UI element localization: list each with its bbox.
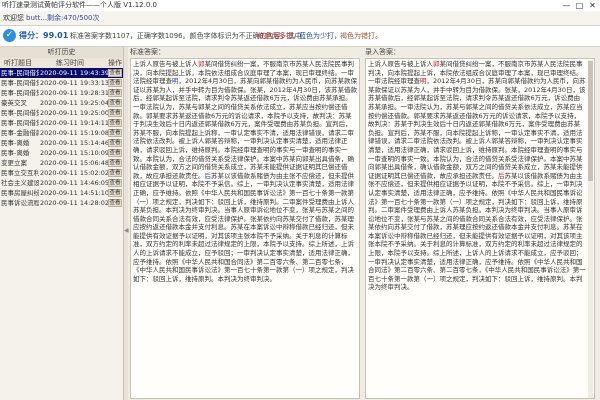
view-button[interactable]: 查看 xyxy=(108,109,122,117)
history-row-time: 2020-09-11 19:33:13 xyxy=(40,79,110,87)
history-row-name: 民事-民间借贷 xyxy=(1,89,39,97)
history-row-name: 民事立交互利 xyxy=(1,169,39,177)
std-text-a: 上诉人原告与被上诉人 xyxy=(133,60,198,68)
history-row-name: 民事诉讼流程 xyxy=(1,199,39,207)
input-answer-text: 上诉人原告与被上诉人郭某间借贷纠纷一案，不服南京市苏某人民法院民事判决，向本院提… xyxy=(365,58,595,399)
history-row-time: 2020-09-11 14:46:05 xyxy=(40,179,110,187)
history-row-name: 豪英交叉 xyxy=(1,99,27,107)
close-button[interactable]: ✕ xyxy=(586,0,599,11)
history-row[interactable]: 民事-民间借贷 2020-09-11 19:33:13 查看 xyxy=(0,78,123,88)
history-row[interactable]: 民事房屋纠纷 2020-09-11 14:51:10 查看 xyxy=(0,188,123,198)
history-row[interactable]: 民事-民间借贷 2020-09-11 19:43:39 查看 xyxy=(0,68,123,78)
welcome-label: 欢迎您 xyxy=(3,14,24,22)
view-button[interactable]: 查看 xyxy=(108,179,122,187)
history-row-time: 2020-09-11 15:10:09 xyxy=(40,149,110,157)
history-row-name: 民事-离婚 xyxy=(1,139,30,147)
ans-text-a: 上诉人原告与被上诉人 xyxy=(368,60,433,68)
history-row-time: 2020-09-11 19:43:39 xyxy=(40,69,110,77)
history-row[interactable]: 豪英交叉 2020-09-11 19:25:04 查看 xyxy=(0,98,123,108)
col-time-header: 练习时间 xyxy=(56,59,84,67)
score-bar: ✓ 得分：99.01 标准答案字数1107，正确字数1096。颜色字体标识为不正… xyxy=(0,26,600,47)
history-row[interactable]: 民事诉讼流程 2020-09-11 14:28:02 查看 xyxy=(0,198,123,208)
history-row-name: 民事-民间借贷 xyxy=(1,109,39,117)
history-header: 听打历史 xyxy=(0,47,123,58)
view-button[interactable]: 查看 xyxy=(108,119,122,127)
legend-red: 红色为多打， xyxy=(258,32,300,40)
history-row-time: 2020-09-11 19:25:04 xyxy=(40,99,110,107)
input-answer-label: 录入答案： xyxy=(365,48,400,56)
history-row-time: 2020-09-11 19:28:31 xyxy=(40,89,110,97)
history-row[interactable]: 民事-离婚 2020-09-11 15:10:09 查看 xyxy=(0,148,123,158)
history-row[interactable]: 民事-金融借款 2020-09-11 15:19:08 查看 xyxy=(0,128,123,138)
collapse-arrow-icon[interactable]: ◀ xyxy=(124,227,129,234)
answer-scroll-thumb[interactable] xyxy=(588,61,593,181)
window-title: 听打速录测试黄帕评分软件——个人版 V1.12.0.0 xyxy=(2,1,157,9)
history-row-name: 民事-离婚 xyxy=(1,149,30,157)
score-value: 得分：99.01 xyxy=(19,31,69,40)
history-panel: 听打历史 听打题目 练习时间 操作 民事-民间借贷 2020-09-11 19:4… xyxy=(0,47,124,400)
legend-brown: 褐色为错打。 xyxy=(340,32,382,40)
view-button[interactable]: 查看 xyxy=(108,89,122,97)
history-row[interactable]: 民事立交互利 2020-09-11 15:02:02 查看 xyxy=(0,168,123,178)
history-row-name: 民事-民间借贷 xyxy=(1,119,39,127)
standard-answer-text: 上诉人原告与被上诉人郭某间借贷纠纷一案，不服南京市苏某人民法院民事判决，向本院提… xyxy=(130,58,360,399)
minimize-button[interactable]: — xyxy=(560,0,573,11)
history-row[interactable]: 社会主义建设 2020-09-11 14:46:05 查看 xyxy=(0,178,123,188)
history-row-time: 2020-09-11 15:06:48 xyxy=(40,159,110,167)
history-row-time: 2020-09-11 15:02:02 xyxy=(40,169,110,177)
standard-answer-panel: 标准答案： 上诉人原告与被上诉人郭某间借贷纠纷一案，不服南京市苏某人民法院民事判… xyxy=(130,47,362,400)
view-button[interactable]: 查看 xyxy=(108,129,122,137)
history-row-name: 民事-民间借贷 xyxy=(1,69,39,77)
std-text-c: ，2012年4月30日，苏某向郭某借款约为人民币，向苏某款保证以苏某为人，并手中… xyxy=(133,77,357,180)
history-row-name: 社会主义建设 xyxy=(1,179,39,187)
maximize-button[interactable]: □ xyxy=(573,0,586,11)
history-row-time: 2020-09-11 14:28:02 xyxy=(40,199,110,207)
history-row[interactable]: 民事-民间借贷 2020-09-11 19:28:31 查看 xyxy=(0,88,123,98)
input-answer-panel: 录入答案： 上诉人原告与被上诉人郭某间借贷纠纷一案，不服南京市苏某人民法院民事判… xyxy=(365,47,597,400)
history-row[interactable]: 民事-离婚 2020-09-11 15:14:46 查看 xyxy=(0,138,123,148)
ans-text-c: ，2012年4月30日，苏某向郭某借款约为人民币，向苏某款保证以苏某为人，并手中… xyxy=(368,77,586,180)
view-button[interactable]: 查看 xyxy=(108,159,122,167)
history-row-time: 2020-09-11 15:14:46 xyxy=(40,139,110,147)
panel-splitter[interactable]: ◀ xyxy=(124,47,129,400)
history-row-name: 民事-金融借款 xyxy=(1,129,39,137)
view-button[interactable]: 查看 xyxy=(108,99,122,107)
history-row-time: 2020-09-11 19:14:11 xyxy=(40,119,110,127)
history-row[interactable]: 变更立案 2020-09-11 15:06:48 查看 xyxy=(0,158,123,168)
std-text-e: 当事人原审诉讼地位不变，张某与苏某之间的借款合同关系合法有效，应受法律保护。张某… xyxy=(133,206,354,283)
view-button[interactable]: 查看 xyxy=(108,139,122,147)
history-row-time: 2020-09-11 14:51:10 xyxy=(40,189,110,197)
col-action-header: 操作 xyxy=(108,59,122,67)
view-button[interactable]: 查看 xyxy=(108,199,122,207)
view-button[interactable]: 查看 xyxy=(108,189,122,197)
history-row-name: 变更立案 xyxy=(1,159,27,167)
history-row-name: 民事-民间借贷 xyxy=(1,79,39,87)
view-button[interactable]: 查看 xyxy=(108,169,122,177)
history-row[interactable]: 民事-民间借贷 2020-09-11 19:25:00 查看 xyxy=(0,108,123,118)
user-info-link[interactable]: butt...剩余:470/500次 xyxy=(26,11,99,25)
check-circle-icon: ✓ xyxy=(3,29,16,42)
view-button[interactable]: 查看 xyxy=(108,69,122,77)
view-button[interactable]: 查看 xyxy=(108,79,122,87)
history-columns: 听打题目 练习时间 操作 xyxy=(0,58,123,68)
history-row[interactable]: 民事-民间借贷 2020-09-11 19:14:11 查看 xyxy=(0,118,123,128)
legend-blue: 蓝色为少打， xyxy=(299,32,341,40)
ans-text-e: 当事人原审诉讼地位不变，张某与苏某之间的借款合同关系合法有效，应受法律保护。张某… xyxy=(368,206,586,292)
history-row-time: 2020-09-11 15:19:08 xyxy=(40,129,110,137)
history-row-time: 2020-09-11 19:25:00 xyxy=(40,109,110,117)
standard-answer-label: 标准答案： xyxy=(130,48,165,56)
history-row-name: 民事房屋纠纷 xyxy=(1,189,39,197)
col-name-header: 听打题目 xyxy=(4,59,32,67)
view-button[interactable]: 查看 xyxy=(108,149,122,157)
menu-bar: 欢迎您 butt...剩余:470/500次 xyxy=(0,11,600,26)
